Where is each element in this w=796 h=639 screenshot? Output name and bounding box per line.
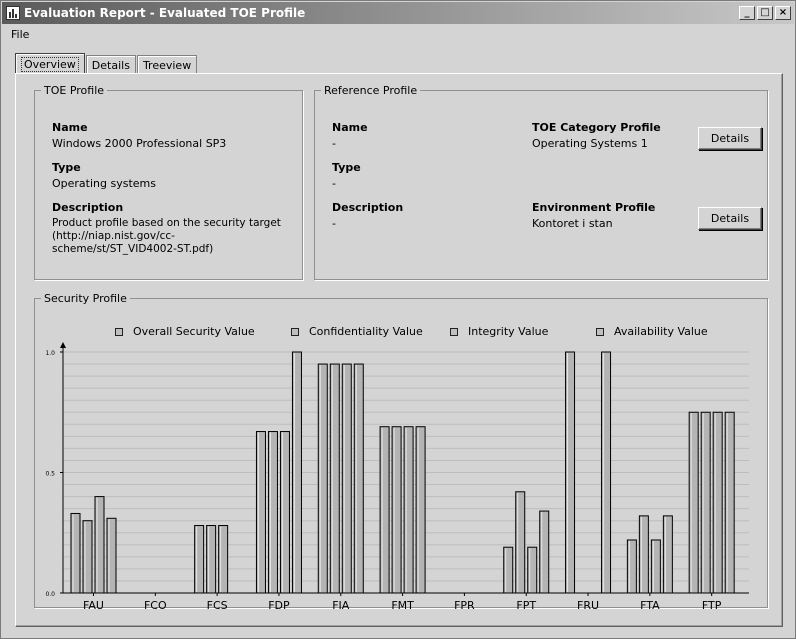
x-tick-label-ftp: FTP xyxy=(702,599,722,612)
environment-value: Kontoret i stan xyxy=(532,217,613,230)
toe-description-line-1: Product profile based on the security ta… xyxy=(52,217,281,229)
ref-name-label: Name xyxy=(332,121,368,134)
bar-fia-3 xyxy=(353,363,364,594)
bar-fru-3 xyxy=(601,351,612,594)
security-profile-group: Security Profile Overall Security Value … xyxy=(34,292,768,612)
y-tick-label: 0.5 xyxy=(45,471,55,478)
bar-fdp-3 xyxy=(291,351,302,594)
bar-fru-0 xyxy=(565,351,576,594)
toe-type-value: Operating systems xyxy=(52,177,156,190)
bar-ftp-1 xyxy=(700,411,711,594)
toe-description-label: Description xyxy=(52,201,124,214)
reference-profile-group: Reference Profile Name - Type - Descript… xyxy=(314,84,768,280)
x-tick-label-fpr: FPR xyxy=(454,599,475,612)
bar-fau-0 xyxy=(70,512,81,594)
minimize-icon[interactable]: _ xyxy=(739,6,755,20)
bar-fdp-1 xyxy=(267,431,278,594)
bar-fau-1 xyxy=(82,520,93,594)
bar-fau-2 xyxy=(94,496,105,594)
x-tick-label-fmt: FMT xyxy=(391,599,414,612)
main-window: Evaluation Report - Evaluated TOE Profil… xyxy=(0,0,796,639)
bar-fau-3 xyxy=(106,517,117,594)
bar-fta-0 xyxy=(626,539,637,594)
toe-description-line-3: scheme/st/ST_VID4002-ST.pdf) xyxy=(52,243,214,255)
environment-details-button[interactable]: Details xyxy=(698,207,762,230)
bar-ftp-3 xyxy=(724,411,735,594)
bar-fpt-3 xyxy=(539,510,550,594)
tab-bar: Overview Details Treeview xyxy=(15,53,198,74)
bar-fdp-2 xyxy=(279,431,290,594)
y-tick-label: 1.0 xyxy=(45,350,55,357)
menu-file[interactable]: File xyxy=(2,28,38,41)
bar-fmt-1 xyxy=(391,426,402,594)
x-tick-label-fdp: FDP xyxy=(268,599,290,612)
security-profile-legend: Security Profile xyxy=(44,292,127,305)
toe-description-line-2: (http://niap.nist.gov/cc- xyxy=(52,230,175,242)
bar-ftp-0 xyxy=(688,411,699,594)
bar-fcs-0 xyxy=(194,525,205,594)
toe-type-label: Type xyxy=(52,161,81,174)
y-axis-arrow-icon xyxy=(60,342,66,348)
tab-treeview[interactable]: Treeview xyxy=(136,55,198,74)
menu-bar: File xyxy=(2,25,38,43)
ref-type-label: Type xyxy=(332,161,361,174)
toe-category-value: Operating Systems 1 xyxy=(532,137,648,150)
bar-fpt-1 xyxy=(515,491,526,594)
environment-label: Environment Profile xyxy=(532,201,656,214)
bar-fcs-2 xyxy=(218,525,229,594)
x-tick-label-fia: FIA xyxy=(332,599,350,612)
tab-overview[interactable]: Overview xyxy=(15,53,85,74)
app-icon xyxy=(6,6,20,20)
toe-name-label: Name xyxy=(52,121,88,134)
bar-fpt-2 xyxy=(527,546,538,594)
overview-panel: TOE Profile Name Windows 2000 Profession… xyxy=(15,73,783,627)
y-tick-label: 0.0 xyxy=(45,591,55,598)
x-tick-label-fpt: FPT xyxy=(516,599,536,612)
bar-fia-2 xyxy=(341,363,352,594)
toe-profile-legend: TOE Profile xyxy=(44,84,105,97)
bar-fta-1 xyxy=(638,515,649,594)
security-profile-chart: 0.0 0.5 1.0 FAU FCO FCS FDP FIA FMT FPR FPT FRU FTA F… xyxy=(45,342,749,612)
x-tick-label-fau: FAU xyxy=(83,599,104,612)
x-tick-label-fcs: FCS xyxy=(207,599,228,612)
bar-fia-0 xyxy=(317,363,328,594)
x-tick-label-fta: FTA xyxy=(640,599,660,612)
bar-fdp-0 xyxy=(255,431,266,594)
reference-profile-legend: Reference Profile xyxy=(324,84,418,97)
bar-fpt-0 xyxy=(503,546,514,594)
tab-details[interactable]: Details xyxy=(85,55,136,74)
bar-fmt-0 xyxy=(379,426,390,594)
toe-category-label: TOE Category Profile xyxy=(532,121,661,134)
ref-name-value: - xyxy=(332,137,336,150)
x-tick-label-fru: FRU xyxy=(577,599,599,612)
maximize-icon[interactable]: □ xyxy=(757,6,773,20)
bar-fmt-3 xyxy=(415,426,426,594)
ref-description-label: Description xyxy=(332,201,404,214)
window-title: Evaluation Report - Evaluated TOE Profil… xyxy=(24,6,306,20)
toe-profile-group: TOE Profile Name Windows 2000 Profession… xyxy=(34,84,303,280)
bar-fta-3 xyxy=(662,515,673,594)
bar-fta-2 xyxy=(650,539,661,594)
bar-fia-1 xyxy=(329,363,340,594)
ref-type-value: - xyxy=(332,177,336,190)
bar-fcs-1 xyxy=(206,525,217,594)
toe-name-value: Windows 2000 Professional SP3 xyxy=(52,137,227,150)
close-icon[interactable]: × xyxy=(775,6,791,20)
x-tick-label-fco: FCO xyxy=(144,599,167,612)
toe-category-details-button[interactable]: Details xyxy=(698,127,762,150)
title-bar[interactable]: Evaluation Report - Evaluated TOE Profil… xyxy=(2,2,794,24)
ref-description-value: - xyxy=(332,217,336,230)
bar-ftp-2 xyxy=(712,411,723,594)
bar-fmt-2 xyxy=(403,426,414,594)
